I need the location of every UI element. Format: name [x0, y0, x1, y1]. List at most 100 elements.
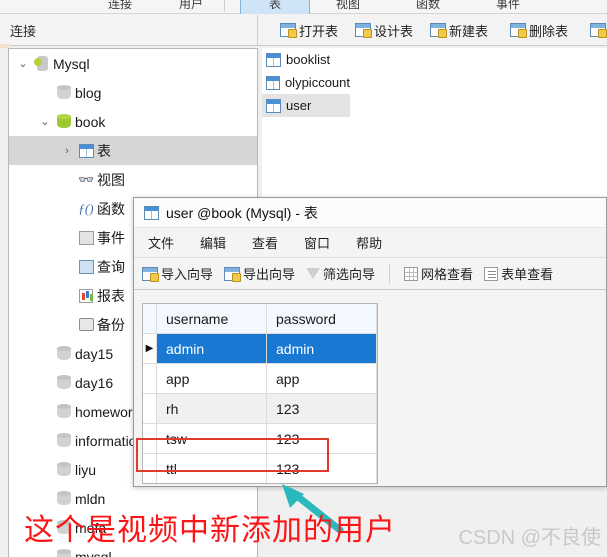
- tree-item-icon: [53, 113, 75, 130]
- tree-item-label: blog: [75, 84, 102, 101]
- grid-cell-username[interactable]: app: [157, 364, 267, 393]
- ribbon-button-delete-table[interactable]: 删除表: [510, 18, 568, 42]
- toolbar-button-label: 网格查看: [421, 267, 474, 282]
- database-icon: [57, 548, 71, 557]
- table-list-item-olypiccount[interactable]: olypiccount: [262, 71, 350, 94]
- function-icon: ƒ(): [78, 200, 94, 216]
- grid-cell-username[interactable]: tsw: [157, 424, 267, 453]
- design-table-icon: [355, 23, 372, 38]
- tree-item-label: 备份: [97, 316, 125, 333]
- grid-cell-password[interactable]: app: [267, 364, 377, 393]
- tree-item-label: 函数: [97, 200, 125, 217]
- database-icon: [57, 84, 71, 101]
- grid-cell-username[interactable]: admin: [157, 334, 267, 363]
- grid-cell-username[interactable]: ttl: [157, 454, 267, 483]
- tree-item-icon: [31, 55, 53, 72]
- grid-cell-password[interactable]: 123: [267, 424, 377, 453]
- tree-item-label: mysql: [75, 548, 112, 557]
- ribbon-tab-3[interactable]: 视图: [320, 0, 376, 14]
- view-icon: 👓: [78, 171, 94, 187]
- tree-item-label: Mysql: [53, 55, 90, 72]
- menu-item-文件[interactable]: 文件: [148, 233, 174, 252]
- grid-cell-username[interactable]: rh: [157, 394, 267, 423]
- grid-row[interactable]: app app: [143, 364, 377, 394]
- table-icon: [144, 205, 159, 220]
- ribbon-button-label: 删除表: [529, 23, 569, 39]
- ribbon-tab-label: 视图: [335, 0, 360, 11]
- menu-item-帮助[interactable]: 帮助: [356, 233, 382, 252]
- tree-item-label: 查询: [97, 258, 125, 275]
- toolbar-button-label: 筛选向导: [323, 267, 376, 282]
- ribbon-button-design-table[interactable]: 设计表: [355, 18, 413, 42]
- chevron-icon[interactable]: ›: [59, 145, 75, 157]
- tables-list[interactable]: booklist olypiccount user: [262, 48, 607, 208]
- ribbon-tab-label: 事件: [495, 0, 520, 11]
- tree-item-表[interactable]: › 表: [9, 136, 257, 165]
- data-grid[interactable]: username password ▶ admin admin app app rh 123 ts…: [142, 303, 378, 484]
- ribbon-tab-1[interactable]: 用户: [163, 0, 219, 14]
- tree-item-icon: [75, 143, 97, 158]
- grid-row[interactable]: tsw 123: [143, 424, 377, 454]
- grid-cell-password[interactable]: admin: [267, 334, 377, 363]
- tree-item-icon: ƒ(): [75, 201, 97, 217]
- tree-item-Mysql[interactable]: ⌄ Mysql: [9, 49, 257, 78]
- chevron-icon[interactable]: ⌄: [37, 115, 53, 128]
- toolbar-button-export-wizard[interactable]: 导出向导: [224, 264, 295, 283]
- new-table-icon: [590, 23, 607, 38]
- grid-cell-password[interactable]: 123: [267, 454, 377, 483]
- table-window-title: user @book (Mysql) - 表: [166, 204, 318, 221]
- ribbon-separator: [224, 0, 225, 12]
- toolbar-button-grid-view[interactable]: 网格查看: [404, 264, 473, 283]
- ribbon-button-new-table[interactable]: 新建表: [430, 18, 488, 42]
- ribbon-button-open-table[interactable]: 打开表: [280, 18, 338, 42]
- grid-view-icon: [404, 266, 419, 281]
- delete-table-icon: [510, 23, 527, 38]
- ribbon-button-overflow[interactable]: [590, 18, 607, 42]
- table-list-item-user[interactable]: user: [262, 94, 350, 117]
- database-icon: [57, 345, 71, 362]
- tree-item-book[interactable]: ⌄ book: [9, 107, 257, 136]
- tree-item-icon: [53, 461, 75, 478]
- grid-cell-password[interactable]: 123: [267, 394, 377, 423]
- menu-item-查看[interactable]: 查看: [252, 233, 278, 252]
- table-window-menubar[interactable]: 文件 编辑 查看 窗口 帮助: [134, 228, 606, 258]
- table-list-item-booklist[interactable]: booklist: [262, 48, 350, 71]
- ribbon-tab-5[interactable]: 事件: [480, 0, 536, 14]
- ribbon-tab-0[interactable]: 连接: [92, 0, 148, 14]
- grid-row[interactable]: rh 123: [143, 394, 377, 424]
- table-window-titlebar: user @book (Mysql) - 表: [134, 198, 606, 228]
- toolbar-button-import-wizard[interactable]: 导入向导: [142, 264, 213, 283]
- grid-row[interactable]: ▶ admin admin: [143, 334, 377, 364]
- tree-item-视图[interactable]: 👓 视图: [9, 165, 257, 194]
- table-list-item-label: olypiccount: [284, 75, 350, 90]
- chevron-icon[interactable]: ⌄: [15, 57, 31, 70]
- tree-item-icon: [75, 288, 97, 303]
- tree-item-icon: [53, 374, 75, 391]
- table-window-toolbar[interactable]: 导入向导 导出向导 筛选向导 网格查看 表单查看: [134, 258, 606, 290]
- menu-item-编辑[interactable]: 编辑: [200, 233, 226, 252]
- grid-gutter: [143, 364, 157, 393]
- filter-wizard-icon: [306, 268, 321, 279]
- ribbon-tab-label: 函数: [415, 0, 440, 11]
- watermark-text: CSDN @不良使: [458, 527, 601, 549]
- form-view-icon: [484, 266, 499, 281]
- ribbon-tab-4[interactable]: 函数: [400, 0, 456, 14]
- grid-header-row: username password: [143, 304, 377, 334]
- grid-row[interactable]: ttl 123: [143, 454, 377, 483]
- event-icon: [78, 230, 94, 245]
- main-application-window: 连接 用户表视图 函数 事件 打开表 设计表 新建表 删除表 连接 ⌄ Mysql blog ⌄ b…: [0, 0, 607, 557]
- database-open-icon: [57, 113, 71, 130]
- grid-column-header[interactable]: password: [267, 304, 377, 333]
- menu-item-窗口[interactable]: 窗口: [304, 233, 330, 252]
- toolbar-button-label: 表单查看: [501, 267, 554, 282]
- toolbar-button-form-view[interactable]: 表单查看: [484, 264, 553, 283]
- tree-item-label: 报表: [97, 287, 125, 304]
- toolbar-button-filter-wizard[interactable]: 筛选向导: [306, 264, 375, 283]
- database-icon: [57, 432, 71, 449]
- ribbon-tab-2[interactable]: 表: [240, 0, 310, 14]
- table-icon: [78, 143, 94, 158]
- annotation-text: 这个是视频中新添加的用户: [24, 513, 396, 548]
- table-data-window[interactable]: user @book (Mysql) - 表 文件 编辑 查看 窗口 帮助 导入向导 导出…: [133, 197, 607, 487]
- grid-column-header[interactable]: username: [157, 304, 267, 333]
- tree-item-blog[interactable]: blog: [9, 78, 257, 107]
